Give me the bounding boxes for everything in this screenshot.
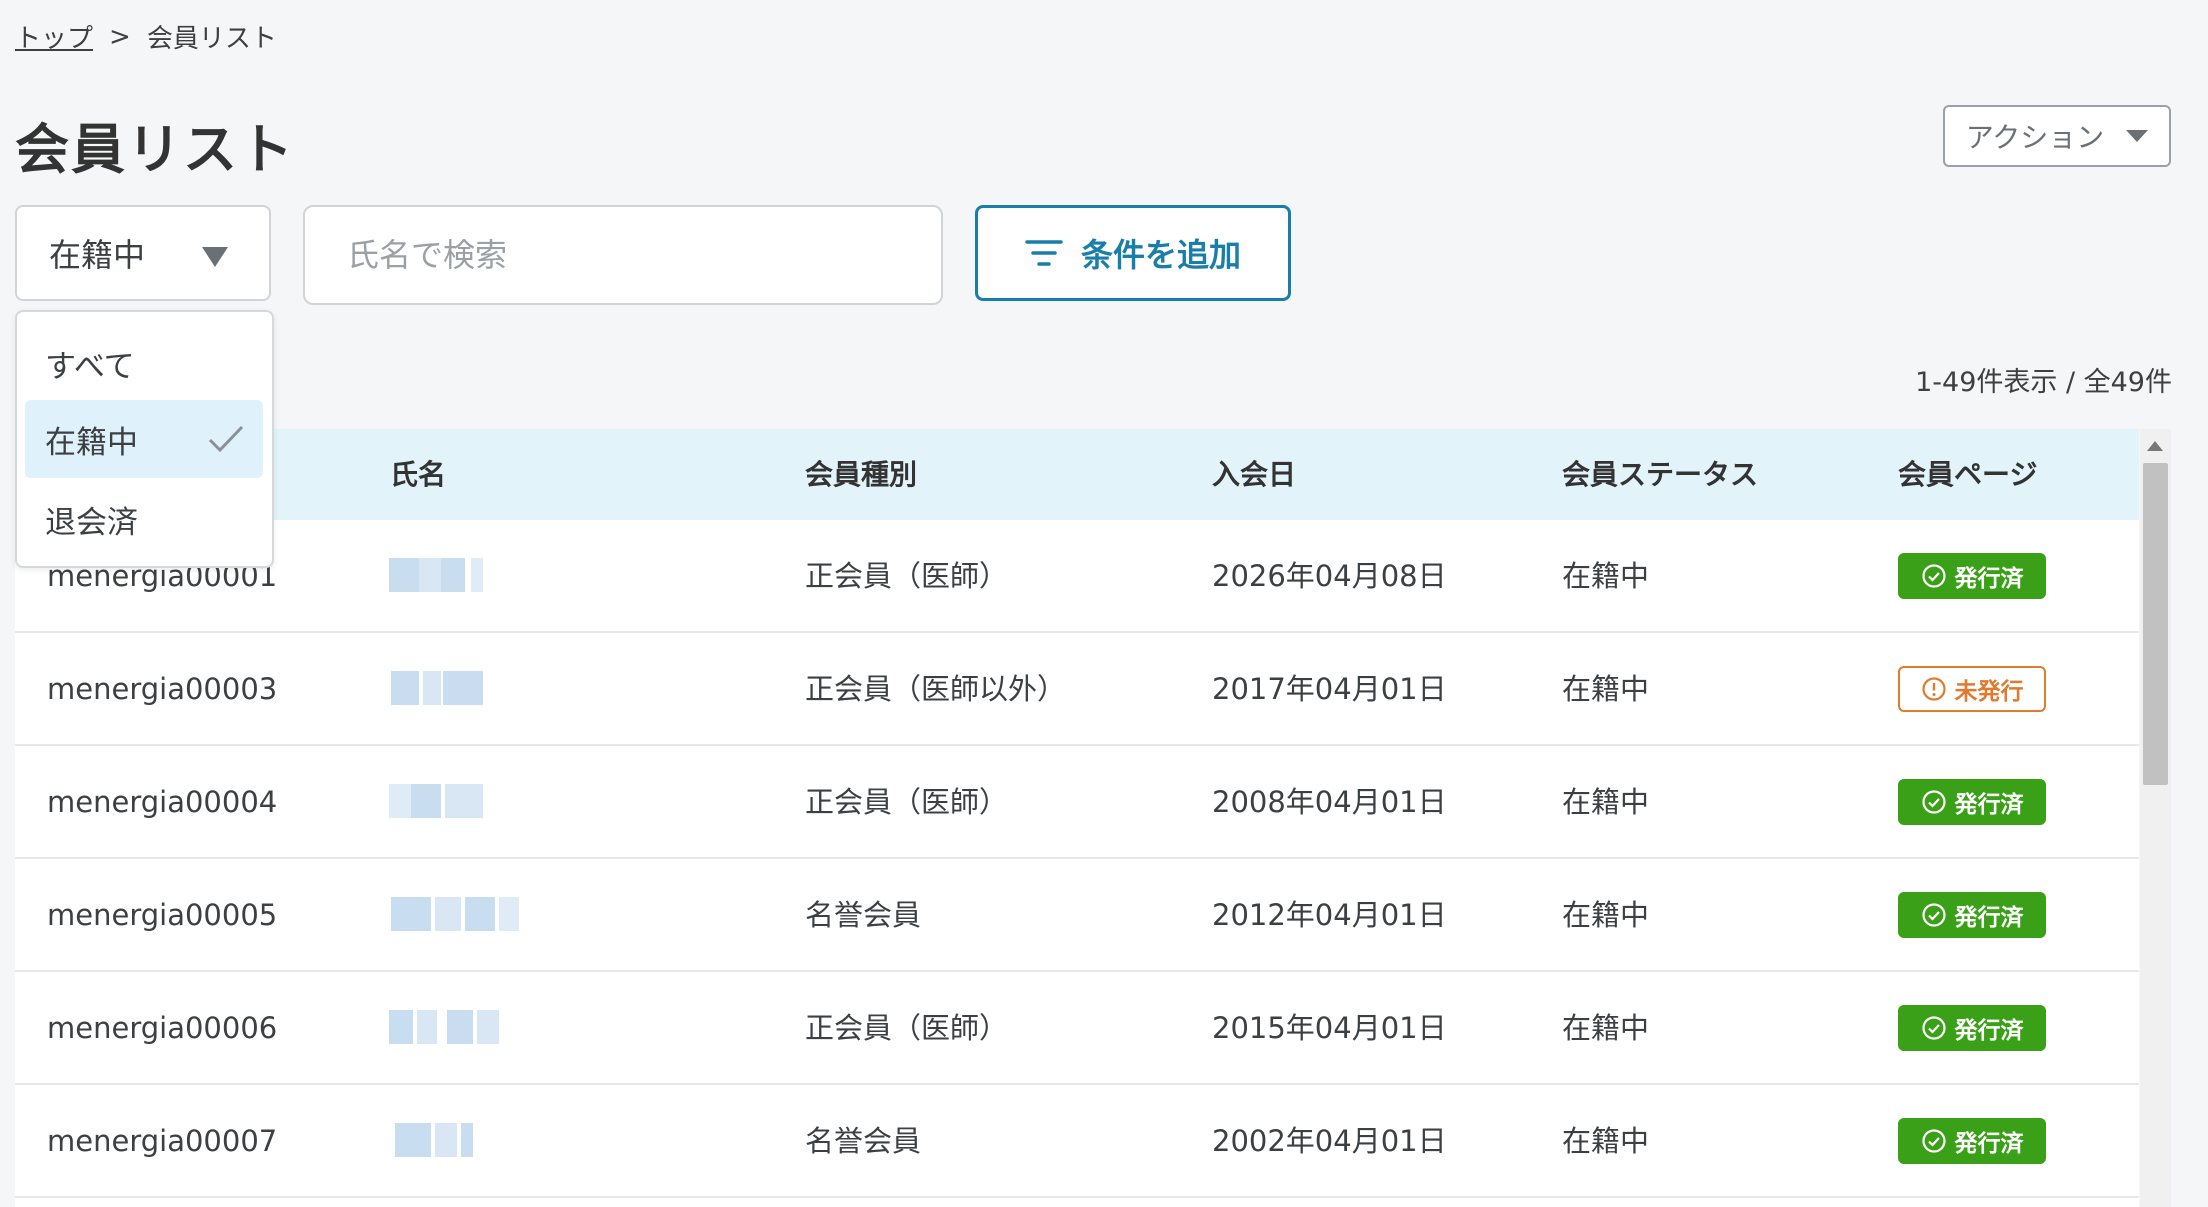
action-button-label: アクション	[1965, 121, 2105, 154]
join-date: 2012年04月01日	[1212, 898, 1447, 932]
caret-down-icon	[2126, 130, 2149, 142]
member-status: 在籍中	[1562, 1124, 1650, 1158]
member-type: 名誉会員	[805, 898, 922, 932]
table-row[interactable]: menergia00005 名誉会員 2012年04月01日 在籍中 発行済	[15, 859, 2139, 972]
page-title: 会員リスト	[15, 118, 295, 181]
page-status-badge[interactable]: 発行済	[1898, 779, 2046, 825]
table-row[interactable]: menergia00007 名誉会員 2002年04月01日 在籍中 発行済	[15, 1085, 2139, 1198]
table-header: 氏名 会員種別 入会日 会員ステータス 会員ページ	[15, 429, 2139, 520]
status-select[interactable]: 在籍中	[15, 205, 271, 301]
filter-lines-icon	[1025, 240, 1063, 266]
member-id: menergia00004	[47, 785, 278, 819]
header-name[interactable]: 氏名	[390, 429, 446, 520]
member-table: 氏名 会員種別 入会日 会員ステータス 会員ページ menergia00001 …	[15, 429, 2139, 1207]
caret-down-icon	[202, 247, 228, 267]
member-type: 正会員（医師以外）	[805, 672, 1067, 706]
badge-label: 発行済	[1954, 1018, 2024, 1044]
table-row[interactable]: menergia00004 正会員（医師） 2008年04月01日 在籍中 発行…	[15, 746, 2139, 859]
header-member-type[interactable]: 会員種別	[805, 429, 917, 520]
join-date: 2002年04月01日	[1212, 1124, 1447, 1158]
breadcrumb-current: 会員リスト	[146, 24, 277, 54]
scroll-up-arrow-icon[interactable]	[2147, 441, 2163, 451]
badge-label: 発行済	[1954, 566, 2024, 592]
add-condition-button[interactable]: 条件を追加	[975, 205, 1291, 301]
join-date: 2015年04月01日	[1212, 1011, 1447, 1045]
page-status-badge[interactable]: 発行済	[1898, 1005, 2046, 1051]
member-id: menergia00006	[47, 1011, 278, 1045]
check-circle-icon	[1921, 1129, 1946, 1153]
result-count: 1-49件表示 / 全49件	[1915, 367, 2172, 398]
member-id: menergia00005	[47, 898, 278, 932]
status-option-active[interactable]: 在籍中	[25, 400, 263, 478]
page-status-badge[interactable]: 未発行	[1898, 666, 2046, 712]
check-icon	[208, 425, 244, 453]
status-option-label: 在籍中	[45, 424, 138, 461]
header-member-page[interactable]: 会員ページ	[1898, 429, 2037, 520]
badge-label: 発行済	[1954, 905, 2024, 931]
header-join-date[interactable]: 入会日	[1212, 429, 1296, 520]
member-status: 在籍中	[1562, 559, 1650, 593]
join-date: 2026年04月08日	[1212, 559, 1447, 593]
member-status: 在籍中	[1562, 898, 1650, 932]
add-condition-label: 条件を追加	[1080, 236, 1241, 274]
status-dropdown-menu: すべて 在籍中 退会済	[15, 310, 274, 568]
member-status: 在籍中	[1562, 785, 1650, 819]
member-status: 在籍中	[1562, 1011, 1650, 1045]
badge-label: 発行済	[1954, 792, 2024, 818]
badge-label: 発行済	[1954, 1131, 2024, 1157]
member-id: menergia00003	[47, 672, 278, 706]
table-row[interactable]: menergia00001 正会員（医師） 2026年04月08日 在籍中 発行…	[15, 520, 2139, 633]
name-search-input[interactable]	[303, 205, 943, 305]
breadcrumb-separator: >	[109, 21, 131, 52]
table-row[interactable]: menergia00003 正会員（医師以外） 2017年04月01日 在籍中 …	[15, 633, 2139, 746]
badge-label: 未発行	[1954, 679, 2024, 705]
page-status-badge[interactable]: 発行済	[1898, 1118, 2046, 1164]
check-circle-icon	[1921, 564, 1946, 588]
action-dropdown-button[interactable]: アクション	[1943, 105, 2171, 167]
status-option-all[interactable]: すべて	[25, 324, 263, 402]
table-row[interactable]: menergia00006 正会員（医師） 2015年04月01日 在籍中 発行…	[15, 972, 2139, 1085]
member-id: menergia00007	[47, 1124, 278, 1158]
breadcrumb: トップ > 会員リスト	[15, 18, 277, 55]
page-status-badge[interactable]: 発行済	[1898, 553, 2046, 599]
breadcrumb-home-link[interactable]: トップ	[15, 18, 93, 55]
join-date: 2017年04月01日	[1212, 672, 1447, 706]
table-scrollbar[interactable]	[2140, 429, 2171, 1207]
status-option-withdrawn[interactable]: 退会済	[25, 480, 263, 558]
member-status: 在籍中	[1562, 672, 1650, 706]
member-type: 名誉会員	[805, 1124, 922, 1158]
page-status-badge[interactable]: 発行済	[1898, 892, 2046, 938]
join-date: 2008年04月01日	[1212, 785, 1447, 819]
status-select-value: 在籍中	[49, 236, 146, 274]
scrollbar-thumb[interactable]	[2143, 463, 2168, 785]
member-type: 正会員（医師）	[805, 785, 1009, 819]
member-type: 正会員（医師）	[805, 559, 1009, 593]
header-member-status[interactable]: 会員ステータス	[1562, 429, 1758, 520]
check-circle-icon	[1921, 903, 1946, 927]
alert-circle-icon	[1921, 677, 1946, 701]
check-circle-icon	[1921, 790, 1946, 814]
member-type: 正会員（医師）	[805, 1011, 1009, 1045]
check-circle-icon	[1921, 1016, 1946, 1040]
